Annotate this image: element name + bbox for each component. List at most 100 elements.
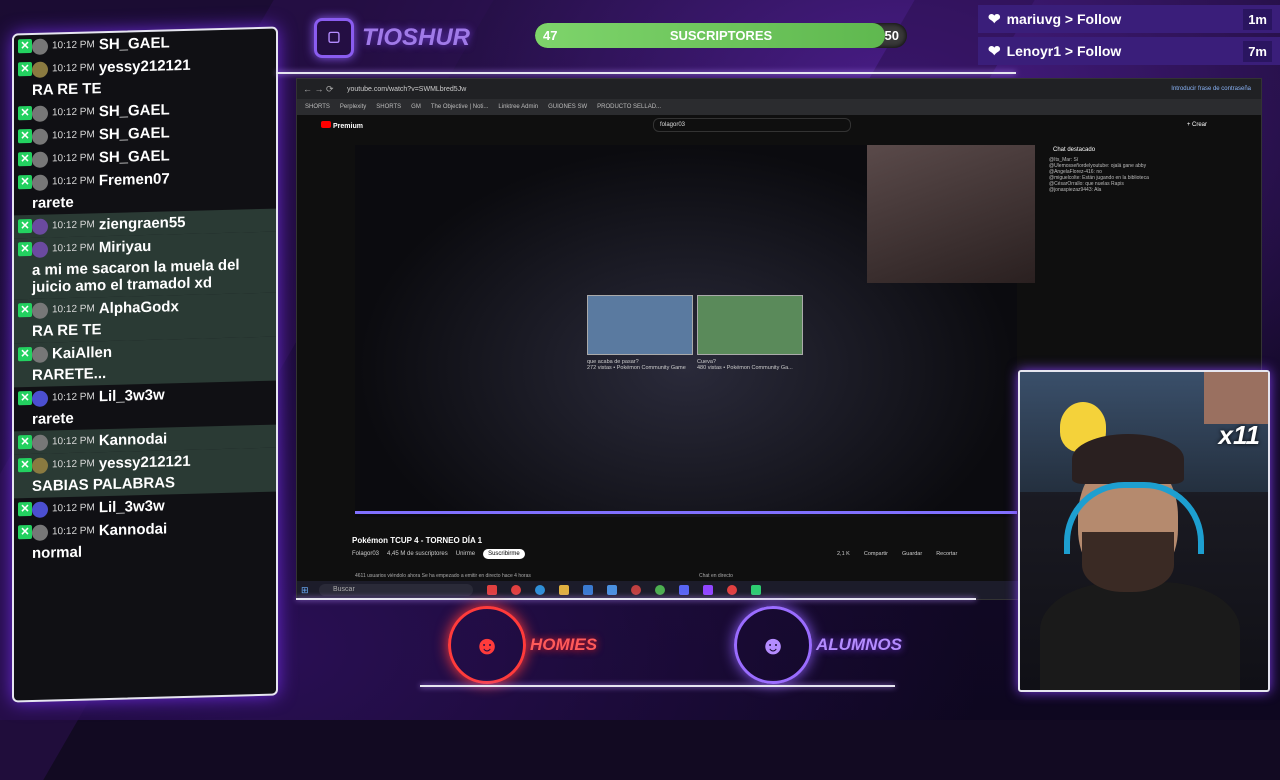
chat-message: ✕ KaiAllen RARETE... (14, 336, 276, 388)
chat-message: ✕ 10:12 PM AlphaGodx RA RE TE (14, 292, 276, 344)
join-button[interactable]: Unirme (456, 551, 475, 557)
chat-username[interactable]: SH_GAEL (99, 101, 170, 120)
chat-username[interactable]: Kannodai (99, 430, 167, 449)
team-alumnos: ☻ ALUMNOS (734, 606, 902, 684)
discord-icon[interactable] (679, 585, 689, 595)
chat-timestamp: 10:12 PM (52, 391, 95, 404)
subscribe-button[interactable]: Suscribirme (483, 549, 525, 559)
chat-username[interactable]: SH_GAEL (99, 124, 170, 143)
taskbar-search[interactable]: Buscar (319, 584, 473, 596)
chat-timestamp: 10:12 PM (52, 62, 95, 75)
chat-line: @jonaspiezaz9443: Ala (1049, 187, 1102, 193)
like-button[interactable]: 2,1 K (837, 551, 850, 557)
chat-text: RARETE... (32, 365, 107, 384)
mod-delete-icon[interactable]: ✕ (18, 128, 32, 144)
obs-icon[interactable] (631, 585, 641, 595)
heart-icon: ❤ (988, 43, 1001, 60)
app-icon[interactable] (607, 585, 617, 595)
youtube-logo[interactable]: Premium (321, 120, 363, 130)
chat-header[interactable]: Chat destacado (1049, 143, 1195, 157)
alumnos-crest-icon: ☻ (734, 606, 812, 684)
share-button[interactable]: Compartir (864, 551, 888, 557)
user-avatar (32, 218, 48, 235)
mod-delete-icon[interactable]: ✕ (18, 501, 32, 517)
bookmark[interactable]: GUIONES SW (548, 104, 587, 110)
chat-username[interactable]: yessy212121 (99, 453, 191, 472)
pokeball-icon[interactable] (727, 585, 737, 595)
suggestion-thumbnail[interactable] (587, 295, 693, 355)
mod-delete-icon[interactable]: ✕ (18, 302, 32, 318)
chat-text: rarete (32, 193, 74, 212)
chat-username[interactable]: AlphaGodx (99, 298, 179, 317)
live-chat-label[interactable]: Chat en directo (699, 573, 733, 579)
store-icon[interactable] (583, 585, 593, 595)
mod-delete-icon[interactable]: ✕ (18, 38, 32, 54)
chat-username[interactable]: yessy212121 (99, 57, 191, 76)
password-prompt[interactable]: Introducir frase de contraseña (1171, 86, 1251, 92)
mod-delete-icon[interactable]: ✕ (18, 151, 32, 167)
chat-username[interactable]: ziengraen55 (99, 214, 186, 233)
save-button[interactable]: Guardar (902, 551, 922, 557)
chat-username[interactable]: Kannodai (99, 520, 167, 539)
mod-delete-icon[interactable]: ✕ (18, 61, 32, 77)
opera-icon[interactable] (511, 585, 521, 595)
chat-username[interactable]: Fremen07 (99, 170, 170, 189)
browser-nav-icons[interactable]: ← → ⟳ (297, 84, 347, 95)
youtube-live-chat: Chat destacado @Its_Mar: Sí @Ulemosseñor… (1049, 143, 1195, 373)
chat-timestamp: 10:12 PM (52, 435, 95, 448)
team-name: ALUMNOS (816, 635, 902, 654)
chat-text: RA RE TE (32, 80, 102, 99)
chrome-icon[interactable] (655, 585, 665, 595)
app-icon[interactable] (751, 585, 761, 595)
chat-username[interactable]: KaiAllen (52, 344, 112, 363)
mod-delete-icon[interactable]: ✕ (18, 218, 32, 234)
mod-delete-icon[interactable]: ✕ (18, 241, 32, 257)
mod-delete-icon[interactable]: ✕ (18, 174, 32, 190)
user-avatar (32, 128, 48, 145)
suggestion-thumbnail[interactable] (697, 295, 803, 355)
twitch-icon[interactable] (703, 585, 713, 595)
chat-timestamp: 10:12 PM (52, 106, 95, 119)
heart-icon: ❤ (988, 11, 1001, 28)
video-player[interactable]: que acaba de pasar? 272 vistas • Pokémon … (355, 145, 1035, 517)
bookmark[interactable]: SHORTS (305, 104, 330, 110)
streamer-webcam: x11 (1018, 370, 1270, 692)
chat-username[interactable]: Miriyau (99, 238, 152, 256)
chat-username[interactable]: SH_GAEL (99, 147, 170, 166)
bookmark[interactable]: PRODUCTO SELLAD... (597, 104, 661, 110)
edge-icon[interactable] (535, 585, 545, 595)
mod-delete-icon[interactable]: ✕ (18, 105, 32, 121)
webcam-person-body (1040, 582, 1240, 690)
url-field[interactable]: youtube.com/watch?v=SWMLbred5Jw (347, 86, 947, 93)
mod-delete-icon[interactable]: ✕ (18, 524, 32, 540)
chat-timestamp: 10:12 PM (52, 219, 95, 232)
bookmark[interactable]: Linktree Admin (498, 104, 538, 110)
browser-address-bar: ← → ⟳ youtube.com/watch?v=SWMLbred5Jw In… (297, 79, 1261, 99)
create-button[interactable]: + Crear (1187, 122, 1207, 128)
channel-name: TIOSHUR (362, 24, 470, 51)
homies-crest-icon: ☻ (448, 606, 526, 684)
follow-age: 7m (1243, 40, 1272, 62)
bookmark[interactable]: GM (411, 104, 421, 110)
mod-delete-icon[interactable]: ✕ (18, 457, 32, 473)
bookmark[interactable]: Perplexity (340, 104, 366, 110)
folder-icon[interactable] (559, 585, 569, 595)
youtube-search-input[interactable]: folagor03 (653, 118, 851, 132)
bookmark[interactable]: SHORTS (376, 104, 401, 110)
chat-timestamp: 10:12 PM (52, 502, 95, 515)
clip-button[interactable]: Recortar (936, 551, 957, 557)
mod-delete-icon[interactable]: ✕ (18, 346, 32, 362)
chat-username[interactable]: Lil_3w3w (99, 386, 165, 405)
bookmark[interactable]: The Objective | Noti... (431, 104, 489, 110)
windows-start-icon[interactable]: ⊞ (301, 585, 311, 595)
team-homies: ☻ HOMIES (448, 606, 597, 684)
brave-icon[interactable] (487, 585, 497, 595)
channel-subs: 4,45 M de suscriptores (387, 551, 448, 557)
chat-username[interactable]: Lil_3w3w (99, 497, 165, 516)
chat-username[interactable]: SH_GAEL (99, 34, 170, 53)
mod-delete-icon[interactable]: ✕ (18, 434, 32, 450)
channel-name[interactable]: Folagor03 (352, 551, 379, 557)
mod-delete-icon[interactable]: ✕ (18, 390, 32, 406)
suggestion-caption: Cueva? 480 vistas • Pokémon Community Ga.… (697, 359, 793, 371)
video-progress-bar[interactable] (355, 511, 1017, 514)
